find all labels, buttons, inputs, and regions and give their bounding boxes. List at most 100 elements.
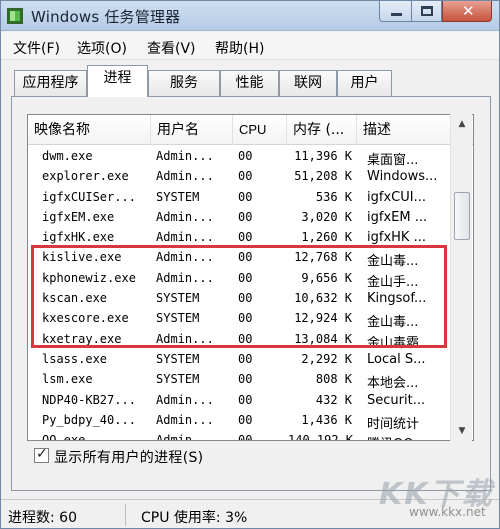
- cell-user-name: SYSTEM: [156, 311, 200, 326]
- cell-cpu: 00: [238, 189, 253, 204]
- cell-cpu: 00: [238, 149, 253, 163]
- menu-options[interactable]: 选项(O): [77, 38, 127, 58]
- table-row[interactable]: kislive.exe Admin... 00 12,768 K 金山毒...: [28, 248, 451, 270]
- minimize-button[interactable]: [379, 1, 412, 22]
- cell-memory: 11,396 K: [294, 149, 352, 163]
- column-memory[interactable]: 内存 (...: [287, 115, 357, 145]
- cell-memory: 808 K: [315, 372, 352, 387]
- table-row[interactable]: igfxHK.exe Admin... 00 1,260 K igfxHK ...: [28, 228, 451, 248]
- cell-cpu: 00: [238, 311, 253, 326]
- tab-networking[interactable]: 联网: [279, 70, 337, 96]
- cell-description: Windows...: [367, 169, 438, 185]
- cell-image-name: kscan.exe: [42, 291, 108, 306]
- cell-user-name: SYSTEM: [156, 189, 200, 204]
- cell-cpu: 00: [238, 372, 253, 387]
- cell-memory: 13,084 K: [294, 331, 352, 346]
- show-all-users-checkbox[interactable]: [34, 446, 49, 463]
- cell-user-name: Admin...: [156, 250, 214, 265]
- cell-cpu: 00: [238, 169, 253, 184]
- list-header: 映像名称 用户名 CPU 内存 (... 描述: [28, 115, 473, 145]
- column-image-name[interactable]: 映像名称: [28, 115, 151, 145]
- cell-description: 桌面窗...: [367, 153, 419, 168]
- vertical-scrollbar[interactable]: ▲ ▼: [450, 114, 472, 441]
- cell-user-name: Admin...: [156, 230, 214, 245]
- column-cpu[interactable]: CPU: [233, 115, 287, 145]
- cell-user-name: Admin...: [156, 392, 214, 407]
- tab-services[interactable]: 服务: [148, 70, 220, 96]
- process-rows: dwm.exe Admin... 00 11,396 K 桌面窗... explorer.…: [28, 147, 451, 441]
- tab-performance[interactable]: 性能: [220, 70, 279, 96]
- cell-user-name: SYSTEM: [156, 351, 200, 366]
- table-row[interactable]: QQ.exe Admin... 00 140,192 K 腾讯QQ: [28, 431, 451, 441]
- cell-cpu: 00: [238, 209, 253, 224]
- cell-image-name: QQ.exe: [42, 433, 86, 441]
- table-row[interactable]: igfxCUISer... SYSTEM 00 536 K igfxCUI...: [28, 188, 451, 208]
- table-row[interactable]: NDP40-KB27... Admin... 00 432 K Securit...: [28, 391, 451, 411]
- tab-applications[interactable]: 应用程序: [14, 70, 87, 96]
- cell-description: 金山毒...: [367, 254, 419, 270]
- cell-memory: 3,020 K: [301, 209, 352, 224]
- table-row[interactable]: kscan.exe SYSTEM 00 10,632 K Kingsof...: [28, 289, 451, 309]
- cell-image-name: Py_bdpy_40...: [42, 412, 136, 427]
- status-process-count: 进程数: 60: [8, 510, 77, 526]
- maximize-icon: [421, 6, 433, 16]
- menu-file[interactable]: 文件(F): [13, 38, 60, 58]
- cell-image-name: explorer.exe: [42, 169, 129, 184]
- menu-bar: 文件(F) 选项(O) 查看(V) 帮助(H): [1, 32, 499, 60]
- cell-description: Kingsof...: [367, 291, 427, 307]
- cell-memory: 9,656 K: [301, 270, 352, 285]
- cell-memory: 432 K: [315, 392, 352, 407]
- show-all-users-label[interactable]: 显示所有用户的进程(S): [54, 447, 203, 467]
- menu-help[interactable]: 帮助(H): [215, 38, 264, 58]
- cell-memory: 536 K: [315, 189, 352, 204]
- cell-image-name: kxetray.exe: [42, 331, 122, 346]
- cell-image-name: NDP40-KB27...: [42, 392, 136, 407]
- cell-user-name: Admin...: [156, 149, 214, 163]
- table-row[interactable]: dwm.exe Admin... 00 11,396 K 桌面窗...: [28, 147, 451, 168]
- cell-memory: 51,208 K: [294, 169, 352, 184]
- cell-memory: 12,924 K: [294, 311, 352, 326]
- table-row[interactable]: explorer.exe Admin... 00 51,208 K Windows...: [28, 167, 451, 187]
- cell-image-name: dwm.exe: [42, 149, 93, 163]
- task-manager-window: Windows 任务管理器 ✕ 文件(F) 选项(O) 查看(V) 帮助(H) …: [0, 0, 500, 529]
- maximize-button[interactable]: [412, 1, 442, 22]
- tab-processes[interactable]: 进程: [87, 65, 148, 97]
- kk-watermark-logo: KK下载 www.kkx.net: [379, 469, 497, 521]
- cell-user-name: Admin...: [156, 209, 214, 224]
- table-row[interactable]: Py_bdpy_40... Admin... 00 1,436 K 时间统计: [28, 411, 451, 432]
- watermark-url: www.kkx.net: [409, 505, 486, 519]
- process-list[interactable]: 映像名称 用户名 CPU 内存 (... 描述 dwm.exe Admin... 0…: [27, 114, 474, 441]
- close-button[interactable]: ✕: [442, 1, 492, 22]
- cell-cpu: 00: [238, 291, 253, 306]
- column-description[interactable]: 描述: [357, 115, 451, 145]
- cell-user-name: SYSTEM: [156, 291, 200, 306]
- cell-user-name: Admin...: [156, 433, 214, 441]
- cell-description: Securit...: [367, 392, 426, 408]
- table-row[interactable]: kxetray.exe Admin... 00 13,084 K 金山毒霸: [28, 330, 451, 351]
- table-row[interactable]: lsass.exe SYSTEM 00 2,292 K Local S...: [28, 350, 451, 370]
- cell-memory: 12,768 K: [294, 250, 352, 265]
- scroll-thumb[interactable]: [454, 192, 470, 240]
- cell-cpu: 00: [238, 331, 253, 346]
- table-row[interactable]: kphonewiz.exe Admin... 00 9,656 K 金山手...: [28, 269, 451, 290]
- cell-memory: 10,632 K: [294, 291, 352, 306]
- close-icon: ✕: [462, 2, 475, 20]
- status-separator: [125, 504, 126, 526]
- tab-users[interactable]: 用户: [337, 70, 392, 96]
- menu-view[interactable]: 查看(V): [147, 38, 196, 58]
- cell-description: igfxHK ...: [367, 230, 426, 246]
- cell-user-name: SYSTEM: [156, 372, 200, 387]
- table-row[interactable]: kxescore.exe SYSTEM 00 12,924 K 金山毒...: [28, 309, 451, 330]
- title-bar[interactable]: Windows 任务管理器 ✕: [1, 1, 499, 31]
- scroll-down-icon[interactable]: ▼: [453, 423, 471, 439]
- table-row[interactable]: igfxEM.exe Admin... 00 3,020 K igfxEM ...: [28, 208, 451, 228]
- column-user-name[interactable]: 用户名: [151, 115, 233, 145]
- scroll-up-icon[interactable]: ▲: [453, 116, 471, 132]
- cell-image-name: lsm.exe: [42, 372, 93, 387]
- status-cpu-usage: CPU 使用率: 3%: [141, 510, 248, 526]
- cell-cpu: 00: [238, 392, 253, 407]
- cell-image-name: igfxHK.exe: [42, 230, 115, 245]
- cell-description: 金山手...: [367, 274, 419, 290]
- table-row[interactable]: lsm.exe SYSTEM 00 808 K 本地会...: [28, 370, 451, 391]
- cell-memory: 1,260 K: [301, 230, 352, 245]
